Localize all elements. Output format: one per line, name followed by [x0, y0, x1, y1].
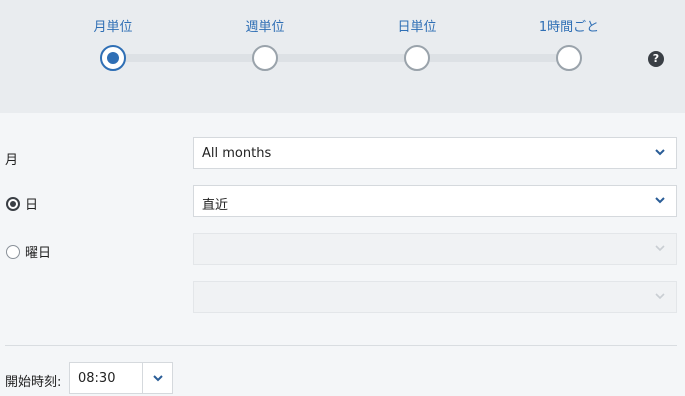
weekday-label: 曜日 [25, 246, 52, 261]
day-select-value: 直近 [202, 198, 229, 213]
frequency-slider-track[interactable] [113, 54, 569, 62]
section-divider [5, 345, 677, 346]
weekday-select [193, 233, 677, 265]
day-label: 日 [25, 198, 39, 213]
step-node-weekly[interactable] [252, 45, 278, 71]
month-label: 月 [5, 153, 19, 168]
step-label-monthly[interactable]: 月単位 [53, 16, 173, 35]
step-node-monthly[interactable] [100, 45, 126, 71]
question-circle-icon[interactable]: ? [648, 51, 664, 67]
chevron-down-icon [654, 290, 666, 302]
weekday-occurrence-select [193, 281, 677, 313]
start-time-dropdown-button[interactable] [142, 363, 172, 393]
start-time-label: 開始時刻: [5, 375, 62, 390]
weekday-radio[interactable] [6, 245, 20, 259]
step-label-weekly[interactable]: 週単位 [205, 16, 325, 35]
chevron-down-icon [654, 242, 666, 254]
month-select-value: All months [202, 146, 272, 161]
step-node-hourly[interactable] [556, 45, 582, 71]
chevron-down-icon [654, 194, 666, 206]
day-select[interactable]: 直近 [193, 185, 677, 217]
step-label-daily[interactable]: 日単位 [357, 16, 477, 35]
month-select[interactable]: All months [193, 137, 677, 169]
day-radio[interactable] [6, 197, 20, 211]
step-label-hourly[interactable]: 1時間ごと [509, 16, 629, 35]
frequency-header: 月単位 週単位 日単位 1時間ごと ? [0, 0, 685, 113]
start-time-picker [69, 362, 173, 394]
chevron-down-icon [654, 146, 666, 158]
start-time-input[interactable] [70, 363, 142, 393]
step-node-daily[interactable] [404, 45, 430, 71]
